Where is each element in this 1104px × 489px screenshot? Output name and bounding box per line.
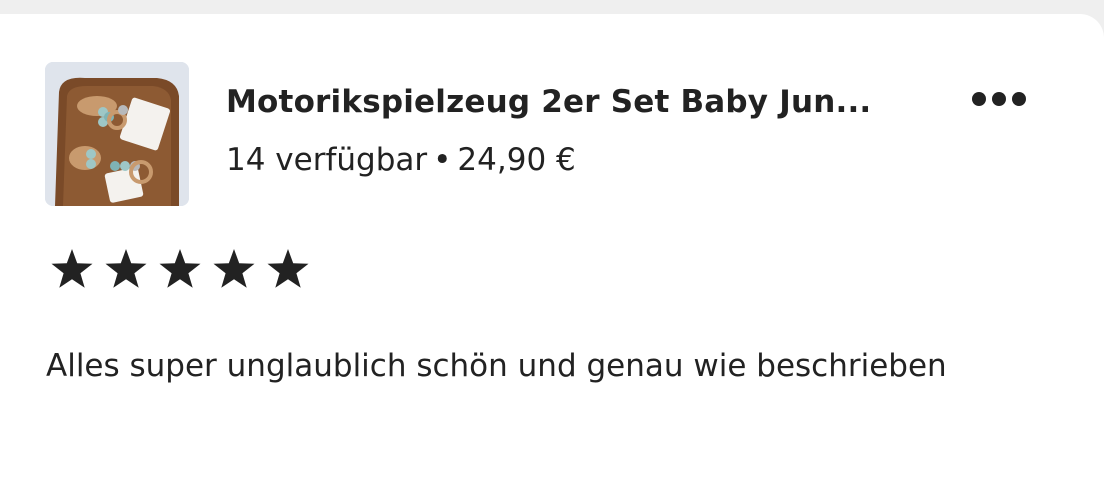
star-icon [267,249,309,288]
dot [992,92,1006,106]
listing-title[interactable]: Motorikspielzeug 2er Set Baby Jun... [226,84,926,120]
price-text: 24,90 € [457,142,576,178]
more-options-button[interactable] [962,82,1036,116]
star-rating [48,247,318,291]
listing-meta: 14 verfügbar • 24,90 € [226,142,576,178]
star-icon [213,249,255,288]
availability-text: 14 verfügbar [226,142,428,178]
star-icon [159,249,201,288]
dot [1012,92,1026,106]
review-text: Alles super unglaublich schön und genau … [46,348,947,384]
star-icon [51,249,93,288]
dot [972,92,986,106]
product-photo-wooden-baby-rattles [45,62,189,206]
star-icon [105,249,147,288]
meta-separator: • [433,142,452,178]
review-card: Motorikspielzeug 2er Set Baby Jun... 14 … [0,14,1104,489]
product-thumbnail[interactable] [45,62,189,206]
